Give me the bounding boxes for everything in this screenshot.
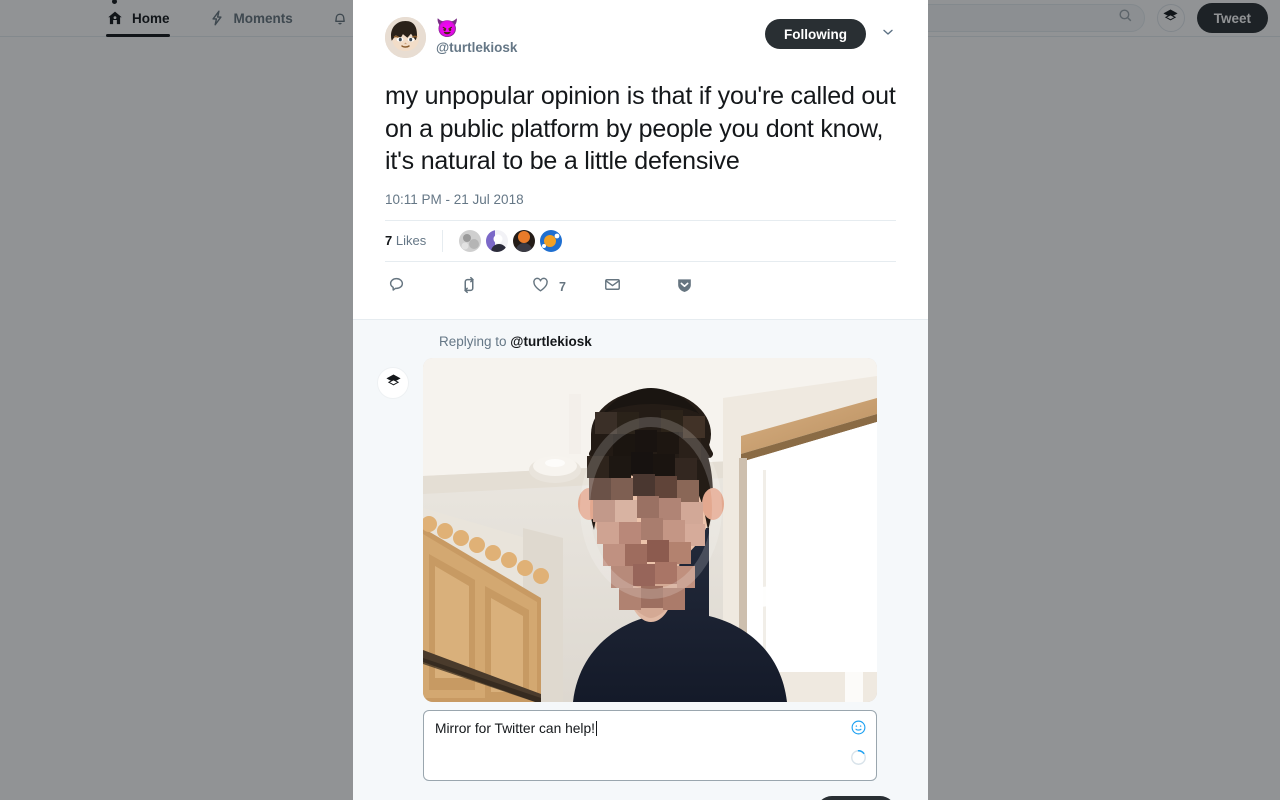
tweet-detail-modal: 😈 @turtlekiosk Following my unpopular op…: [353, 0, 928, 800]
likes-count[interactable]: 7 Likes: [385, 233, 442, 248]
attached-photo[interactable]: [423, 357, 877, 702]
author-display-name: 😈: [436, 18, 459, 38]
mirror-diamond-icon: [385, 372, 402, 394]
like-count: 7: [559, 280, 566, 294]
character-count-ring: [850, 749, 867, 771]
likes-label: Likes: [395, 233, 427, 248]
message-action[interactable]: [603, 275, 675, 299]
text-caret: [596, 720, 597, 736]
replying-to-prefix: Replying to: [439, 333, 511, 349]
tweet-pane: 😈 @turtlekiosk Following my unpopular op…: [353, 0, 928, 319]
reply-text-value: Mirror for Twitter can help!: [435, 720, 595, 736]
liker-avatar[interactable]: [513, 229, 536, 252]
heart-icon: [531, 275, 550, 299]
liker-avatar[interactable]: [486, 229, 509, 252]
pocket-action[interactable]: [675, 275, 747, 299]
tweet-header-actions: Following: [765, 17, 896, 49]
reply-action[interactable]: [387, 275, 459, 299]
compose-column: Mirror for Twitter can help!: [423, 357, 896, 800]
following-button[interactable]: Following: [765, 19, 866, 49]
replying-to: Replying to @turtlekiosk: [439, 334, 896, 349]
likes-row: 7 Likes: [385, 219, 896, 262]
compose-toolbar: GIF: [423, 781, 896, 800]
author-names: 😈 @turtlekiosk: [436, 17, 517, 55]
smiley-icon[interactable]: [850, 719, 867, 741]
chevron-down-icon[interactable]: [880, 24, 896, 45]
tweet-timestamp[interactable]: 10:11 PM - 21 Jul 2018: [385, 192, 896, 207]
reply-bubble-icon: [387, 275, 406, 299]
tweet-header: 😈 @turtlekiosk Following: [385, 17, 896, 58]
envelope-icon: [603, 275, 622, 299]
author-handle[interactable]: @turtlekiosk: [436, 40, 517, 55]
reply-composer-pane: Replying to @turtlekiosk Mirror for Twit…: [353, 318, 928, 800]
page-root: Home Moments Notifi: [0, 0, 1280, 800]
liker-avatar[interactable]: [540, 229, 563, 252]
pocket-shield-icon: [675, 275, 694, 299]
likes-number: 7: [385, 233, 393, 248]
tweet-action-bar: 7: [385, 262, 896, 319]
retweet-action[interactable]: [459, 275, 531, 300]
retweet-icon: [459, 275, 479, 300]
compose-area: Mirror for Twitter can help!: [377, 357, 896, 800]
tweet-text: my unpopular opinion is that if you're c…: [385, 82, 896, 175]
author-avatar[interactable]: [385, 17, 426, 58]
liker-avatars: [442, 229, 563, 252]
liker-avatar[interactable]: [459, 229, 482, 252]
replying-to-handle[interactable]: @turtlekiosk: [510, 334, 591, 349]
reply-text-box[interactable]: Mirror for Twitter can help!: [423, 709, 877, 781]
like-action[interactable]: 7: [531, 275, 603, 299]
current-user-avatar[interactable]: [377, 366, 409, 399]
reply-button[interactable]: Reply: [815, 795, 896, 800]
